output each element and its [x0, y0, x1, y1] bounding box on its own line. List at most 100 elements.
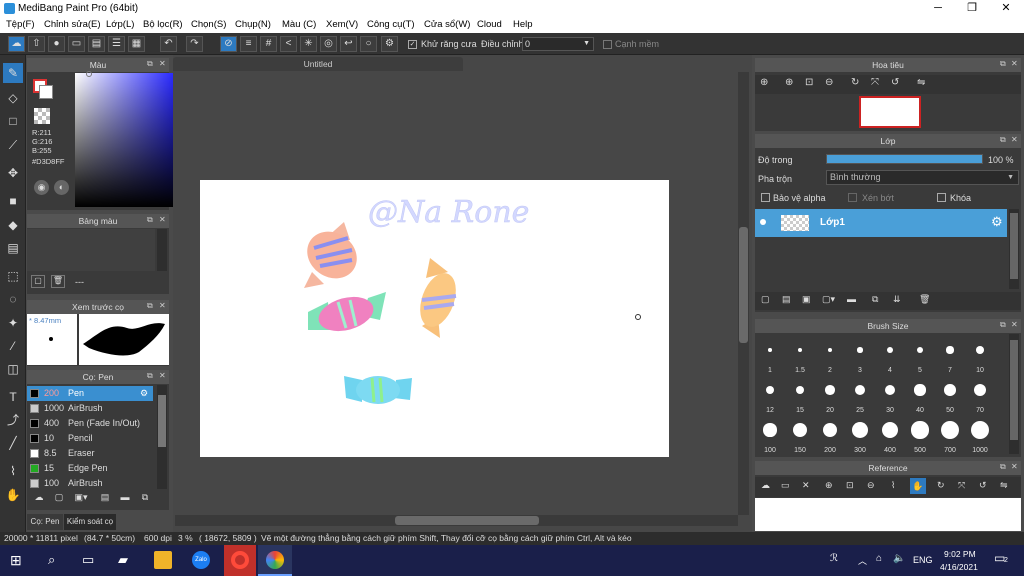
float-icon[interactable]: ⧉ [1000, 59, 1006, 69]
menu-layer[interactable]: Lớp(L) [106, 19, 134, 30]
brush-size-cell[interactable]: 1.5 [786, 336, 814, 374]
reset-icon[interactable]: ↺ [979, 480, 987, 491]
brush-row[interactable]: 100 AirBrush [27, 476, 153, 491]
snap-settings-icon[interactable]: ⚙ [381, 36, 398, 52]
brush-row[interactable]: 200 Pen ⚙ [27, 386, 153, 401]
zoom-out-icon[interactable]: ⊖ [867, 480, 875, 491]
fullscreen-icon[interactable]: ⤧ [958, 480, 965, 491]
menu-tools[interactable]: Công cụ(T) [367, 19, 415, 30]
brush-size-cell[interactable]: 70 [966, 376, 994, 414]
minimize-button[interactable]: ─ [921, 0, 955, 17]
brush-size-cell[interactable]: 5 [906, 336, 934, 374]
new-layer-icon[interactable]: ▢ [761, 294, 770, 305]
network-icon[interactable]: ⌂ [876, 553, 882, 564]
eraser-tool-icon[interactable]: ◇ [3, 88, 23, 108]
delete-palette-icon[interactable]: 🗑 [51, 275, 65, 288]
gradient-tool-icon[interactable]: ▤ [3, 238, 23, 258]
menu-file[interactable]: Tệp(F) [6, 19, 35, 30]
text-tool-icon[interactable]: T [3, 387, 23, 407]
brush-size-cell[interactable]: 500 [906, 416, 934, 454]
brush-row[interactable]: 10 Pencil [27, 431, 153, 446]
radial-snap-icon[interactable]: ✳ [300, 36, 317, 52]
brush-size-cell[interactable]: 40 [906, 376, 934, 414]
tab-brush-control[interactable]: Kiểm soát cọ [64, 514, 116, 530]
brush-size-cell[interactable]: 400 [876, 416, 904, 454]
parallel-snap-icon[interactable]: ≡ [240, 36, 257, 52]
chevron-up-icon[interactable]: ︿ [858, 554, 867, 567]
blend-select[interactable]: Bình thường ▼ [826, 170, 1019, 185]
antialias-checkbox[interactable]: ✓ [408, 40, 417, 49]
task-view-icon[interactable]: ▭ [82, 552, 94, 568]
select-rect-icon[interactable]: ⬚ [3, 266, 23, 286]
sv-picker-handle[interactable] [86, 71, 92, 77]
edge-checkbox[interactable] [603, 40, 612, 49]
rotate-icon[interactable]: ↻ [937, 480, 945, 491]
comment-icon[interactable]: ▭ [68, 36, 85, 52]
folder-icon[interactable]: ▬ [118, 492, 132, 506]
canvas-vscrollbar[interactable] [738, 72, 749, 515]
navigator-thumbnail[interactable] [859, 96, 921, 128]
menu-cloud[interactable]: Cloud [477, 19, 502, 30]
layer-scrollbar[interactable] [1009, 209, 1019, 289]
brush-size-cell[interactable]: 20 [816, 376, 844, 414]
layer-settings-icon[interactable]: ⚙ [991, 214, 1003, 230]
medibang-app-icon[interactable] [258, 545, 292, 576]
close-icon[interactable]: ✕ [159, 215, 166, 224]
merge-layer-icon[interactable]: ⇊ [893, 294, 901, 305]
file-explorer-icon[interactable]: ▰ [118, 552, 128, 568]
menu-view[interactable]: Xem(V) [326, 19, 358, 30]
fit-icon[interactable]: ⊡ [805, 77, 813, 88]
brush-size-cell[interactable]: 15 [786, 376, 814, 414]
menu-color[interactable]: Màu (C) [282, 19, 316, 30]
brush-size-cell[interactable]: 300 [846, 416, 874, 454]
hand-icon[interactable]: ✋ [910, 478, 926, 494]
brush-size-cell[interactable]: 50 [936, 376, 964, 414]
redo-icon[interactable]: ↷ [186, 36, 203, 52]
brush-settings-icon[interactable]: ⚙ [140, 386, 148, 401]
volume-icon[interactable]: 🔈 [893, 553, 905, 564]
open-folder-icon[interactable]: ▭ [781, 480, 790, 491]
brush-row[interactable]: 8.5 Eraser [27, 446, 153, 461]
brush-settings-icon[interactable]: ▤ [98, 492, 112, 506]
ellipse-snap-icon[interactable]: ○ [360, 36, 377, 52]
circle-snap-icon[interactable]: ◎ [320, 36, 337, 52]
secondary-color-swatch[interactable] [39, 85, 53, 99]
brush-size-cell[interactable]: 150 [786, 416, 814, 454]
brush-size-cell[interactable]: 7 [936, 336, 964, 374]
palette-icon[interactable]: ◉ [34, 180, 49, 195]
undo-icon[interactable]: ↶ [160, 36, 177, 52]
zoom-in-icon[interactable]: ⊕ [785, 77, 793, 88]
document-canvas[interactable]: @Na Rone [200, 180, 669, 457]
float-icon[interactable]: ⧉ [147, 371, 153, 381]
flip-icon[interactable]: ⇋ [917, 77, 925, 88]
layer-row[interactable]: Lớp1 ⚙ [755, 209, 1007, 237]
close-icon[interactable]: ✕ [1011, 135, 1018, 144]
vanishing-snap-icon[interactable]: < [280, 36, 297, 52]
correction-select[interactable]: 0 ▼ [522, 37, 594, 51]
operation-tool-icon[interactable]: ⤴ [3, 410, 23, 430]
close-button[interactable]: ✕ [989, 0, 1023, 17]
visibility-icon[interactable] [760, 219, 766, 225]
menu-window[interactable]: Cửa sổ(W) [424, 19, 470, 30]
float-icon[interactable]: ⧉ [147, 301, 153, 311]
brush-row[interactable]: 1000 AirBrush [27, 401, 153, 416]
clock-date[interactable]: 4/16/2021 [940, 562, 978, 572]
menu-help[interactable]: Help [513, 19, 533, 30]
new-palette-icon[interactable]: ▢ [31, 275, 45, 288]
canvas-tab[interactable]: Untitled [173, 57, 463, 71]
cross-snap-icon[interactable]: # [260, 36, 277, 52]
cloud-brush-icon[interactable]: ☁ [32, 492, 46, 506]
line-tool-icon[interactable]: ⟋ [3, 135, 23, 155]
rotate-icon[interactable]: ↻ [851, 77, 859, 88]
close-icon[interactable]: ✕ [1011, 320, 1018, 329]
eyedropper-tool-icon[interactable]: ⌇ [3, 461, 23, 481]
new-brush-icon[interactable]: ▢ [52, 492, 66, 506]
upload-icon[interactable]: ⇧ [28, 36, 45, 52]
clock-time[interactable]: 9:02 PM [944, 549, 976, 559]
duplicate-layer-icon[interactable]: ⧉ [872, 294, 878, 305]
brush-scrollbar[interactable] [157, 385, 167, 489]
lock-checkbox[interactable] [937, 193, 946, 202]
menu-filter[interactable]: Bộ lọc(R) [143, 19, 183, 30]
grid-icon[interactable]: ▦ [128, 36, 145, 52]
brush-size-cell[interactable]: 2 [816, 336, 844, 374]
